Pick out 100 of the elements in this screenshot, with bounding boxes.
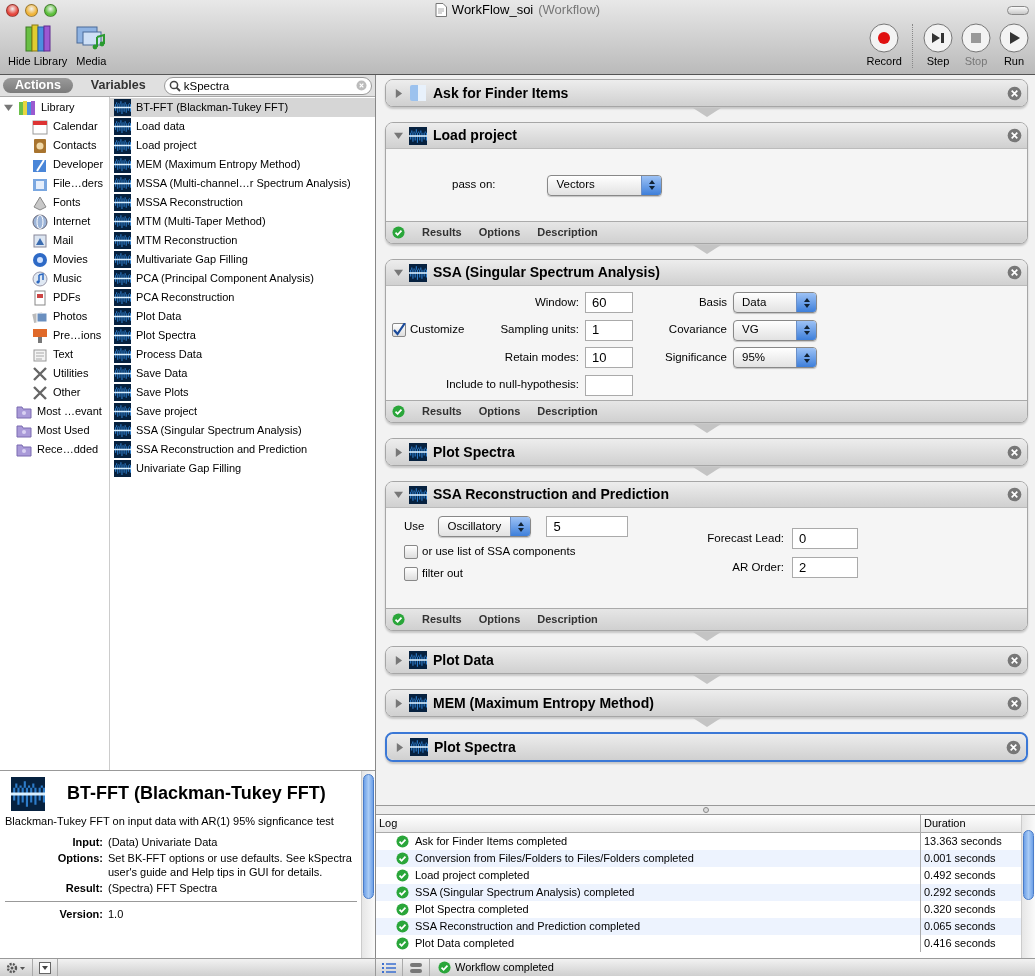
- category-item[interactable]: Music: [53, 271, 82, 286]
- action-list-item[interactable]: PCA Reconstruction: [110, 288, 375, 307]
- action-list-item[interactable]: Load project: [110, 136, 375, 155]
- description-toggle-icon[interactable]: [39, 961, 51, 974]
- category-item[interactable]: Mail: [53, 233, 74, 248]
- footer-tab[interactable]: Description: [537, 612, 598, 627]
- checkbox[interactable]: [404, 567, 418, 581]
- search-field[interactable]: kSpectra: [163, 76, 372, 95]
- text-field[interactable]: 5: [546, 516, 629, 537]
- disclosure-triangle-icon[interactable]: [394, 655, 403, 665]
- scrollbar[interactable]: [361, 771, 375, 958]
- action-list-item[interactable]: Save Plots: [110, 383, 375, 402]
- action-list-item[interactable]: SSA Reconstruction and Prediction: [110, 440, 375, 459]
- category-item[interactable]: Developer: [53, 157, 104, 172]
- scrollbar[interactable]: [1021, 815, 1035, 958]
- footer-tab[interactable]: Results: [422, 225, 462, 240]
- category-item[interactable]: Utilities: [53, 366, 89, 381]
- disclosure-triangle-icon[interactable]: [394, 131, 403, 140]
- dropdown[interactable]: VG: [733, 319, 817, 341]
- disclosure-triangle-icon[interactable]: [394, 447, 403, 457]
- close-icon[interactable]: [1007, 85, 1022, 101]
- splitter[interactable]: [376, 805, 1035, 815]
- text-field[interactable]: 10: [585, 347, 633, 369]
- checkbox[interactable]: [404, 545, 418, 559]
- hide-library-button[interactable]: Hide Library: [4, 22, 72, 68]
- dropdown[interactable]: 95%: [733, 347, 817, 369]
- category-item[interactable]: Contacts: [53, 138, 97, 153]
- column-header[interactable]: Log: [376, 815, 920, 832]
- library-tab[interactable]: Variables: [78, 78, 158, 93]
- close-icon[interactable]: [1007, 695, 1022, 711]
- media-button[interactable]: Media: [71, 22, 112, 68]
- checkbox[interactable]: [392, 323, 406, 338]
- record-button[interactable]: Record: [862, 22, 906, 68]
- action-list-item[interactable]: Plot Spectra: [110, 326, 375, 345]
- disclosure-triangle-icon[interactable]: [395, 742, 404, 752]
- category-item[interactable]: Most Used: [37, 423, 90, 438]
- text-field[interactable]: 2: [792, 557, 858, 578]
- category-item[interactable]: Most …evant: [37, 404, 102, 419]
- category-item[interactable]: Photos: [53, 309, 88, 324]
- close-button[interactable]: [6, 3, 19, 17]
- run-button[interactable]: Run: [995, 22, 1033, 68]
- dropdown[interactable]: Data: [733, 292, 817, 314]
- action-list-item[interactable]: Plot Data: [110, 307, 375, 326]
- close-icon[interactable]: [1007, 128, 1022, 143]
- text-field[interactable]: 0: [792, 528, 858, 549]
- text-field[interactable]: [585, 374, 633, 396]
- category-item[interactable]: File…ders: [53, 176, 104, 191]
- disclosure-triangle-icon[interactable]: [394, 268, 403, 277]
- dropdown[interactable]: Vectors: [547, 174, 663, 196]
- action-list-item[interactable]: MSSA (Multi-channel…r Spectrum Analysis): [110, 174, 375, 193]
- action-list-item[interactable]: BT-FFT (Blackman-Tukey FFT): [110, 98, 375, 117]
- action-list-item[interactable]: Process Data: [110, 345, 375, 364]
- action-list-item[interactable]: SSA (Singular Spectrum Analysis): [110, 421, 375, 440]
- footer-tab[interactable]: Description: [537, 225, 598, 240]
- close-icon[interactable]: [1006, 739, 1021, 755]
- toolbar-toggle-button[interactable]: [1007, 5, 1029, 15]
- text-field[interactable]: 60: [585, 292, 633, 314]
- action-list-item[interactable]: Save project: [110, 402, 375, 421]
- action-list-item[interactable]: Save Data: [110, 364, 375, 383]
- dropdown[interactable]: Oscillatory: [438, 516, 532, 537]
- list-view-icon[interactable]: [382, 961, 396, 974]
- category-item[interactable]: Internet: [53, 214, 91, 229]
- footer-tab[interactable]: Results: [422, 404, 462, 419]
- action-list-item[interactable]: MTM (Multi-Taper Method): [110, 212, 375, 231]
- zoom-button[interactable]: [44, 3, 57, 17]
- category-item[interactable]: PDFs: [53, 290, 81, 305]
- search-icon: [168, 79, 181, 92]
- disclosure-triangle-icon[interactable]: [394, 490, 403, 499]
- category-item[interactable]: Other: [53, 385, 81, 400]
- category-item[interactable]: Pre…ions: [53, 328, 102, 343]
- category-item[interactable]: Movies: [53, 252, 88, 267]
- category-item[interactable]: Text: [53, 347, 74, 362]
- category-item[interactable]: Fonts: [53, 195, 81, 210]
- action-list-item[interactable]: Multivariate Gap Filling: [110, 250, 375, 269]
- workflow-view-icon[interactable]: [409, 961, 423, 974]
- action-list-item[interactable]: Univariate Gap Filling: [110, 459, 375, 478]
- action-list-item[interactable]: Load data: [110, 117, 375, 136]
- category-item[interactable]: Rece…dded: [37, 442, 99, 457]
- footer-tab[interactable]: Options: [478, 225, 521, 240]
- disclosure-triangle-icon[interactable]: [394, 698, 403, 708]
- close-icon[interactable]: [1007, 265, 1022, 280]
- close-icon[interactable]: [1007, 652, 1022, 668]
- action-list-item[interactable]: PCA (Principal Component Analysis): [110, 269, 375, 288]
- close-icon[interactable]: [1007, 444, 1022, 460]
- close-icon[interactable]: [1007, 487, 1022, 502]
- footer-tab[interactable]: Results: [422, 612, 462, 627]
- disclosure-triangle-icon[interactable]: [4, 103, 13, 112]
- text-field[interactable]: 1: [585, 319, 633, 341]
- footer-tab[interactable]: Description: [537, 404, 598, 419]
- category-item[interactable]: Library: [41, 100, 75, 115]
- gear-icon[interactable]: [6, 961, 26, 974]
- step-button[interactable]: Step: [919, 22, 957, 68]
- action-list-item[interactable]: MTM Reconstruction: [110, 231, 375, 250]
- footer-tab[interactable]: Options: [478, 612, 521, 627]
- action-list-item[interactable]: MSSA Reconstruction: [110, 193, 375, 212]
- category-item[interactable]: Calendar: [53, 119, 98, 134]
- disclosure-triangle-icon[interactable]: [394, 88, 403, 98]
- action-list-item[interactable]: MEM (Maximum Entropy Method): [110, 155, 375, 174]
- footer-tab[interactable]: Options: [478, 404, 521, 419]
- minimize-button[interactable]: [25, 3, 38, 17]
